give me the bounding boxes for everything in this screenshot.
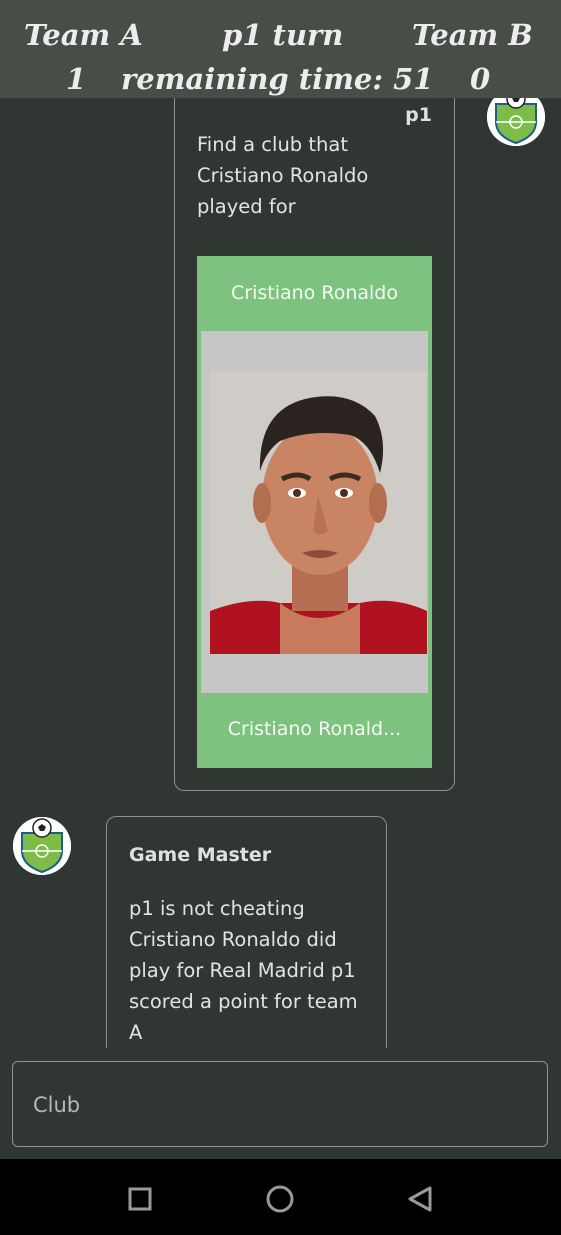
recent-apps-button[interactable]: [118, 1177, 162, 1221]
back-button[interactable]: [398, 1177, 442, 1221]
score-header: Team A p1 turn Team B 1 remaining time: …: [0, 0, 561, 98]
team-a-score: 1: [66, 62, 87, 96]
team-b-label: Team B: [412, 18, 533, 52]
soccer-badge-icon: [13, 817, 71, 875]
club-input[interactable]: [31, 1062, 525, 1147]
home-button[interactable]: [258, 1177, 302, 1221]
player-photo-frame: [201, 331, 428, 693]
player-photo: [210, 371, 427, 654]
message-text: Find a club that Cristiano Ronaldo playe…: [197, 133, 369, 218]
system-nav-bar: [0, 1159, 561, 1235]
message-sender: p1: [405, 104, 432, 126]
team-b-score: 0: [470, 62, 491, 96]
player-photo-image: [210, 371, 427, 654]
team-a-label: Team A: [24, 18, 143, 52]
player-card-title: Cristiano Ronaldo: [231, 282, 398, 304]
message-bubble-p1: p1 Find a club that Cristiano Ronaldo pl…: [174, 98, 455, 791]
square-icon: [128, 1187, 152, 1211]
player-card[interactable]: Cristiano Ronaldo Cristiano Ronald...: [197, 256, 432, 768]
avatar-p1: [487, 98, 545, 146]
triangle-back-icon: [408, 1186, 432, 1212]
player-card-footer: Cristiano Ronald...: [227, 718, 402, 740]
remaining-time: remaining time: 51: [121, 62, 434, 96]
chat-list[interactable]: p1 Find a club that Cristiano Ronaldo pl…: [0, 98, 561, 1048]
message-text: p1 is not cheating Cristiano Ronaldo did…: [129, 897, 358, 1044]
message-sender: Game Master: [129, 844, 272, 866]
circle-icon: [266, 1185, 294, 1213]
club-input-container[interactable]: [12, 1061, 548, 1147]
soccer-badge-icon: [487, 98, 545, 146]
message-bubble-game-master: Game Master p1 is not cheating Cristiano…: [106, 816, 387, 1048]
turn-indicator: p1 turn: [222, 18, 344, 52]
avatar-game-master: [13, 817, 71, 875]
